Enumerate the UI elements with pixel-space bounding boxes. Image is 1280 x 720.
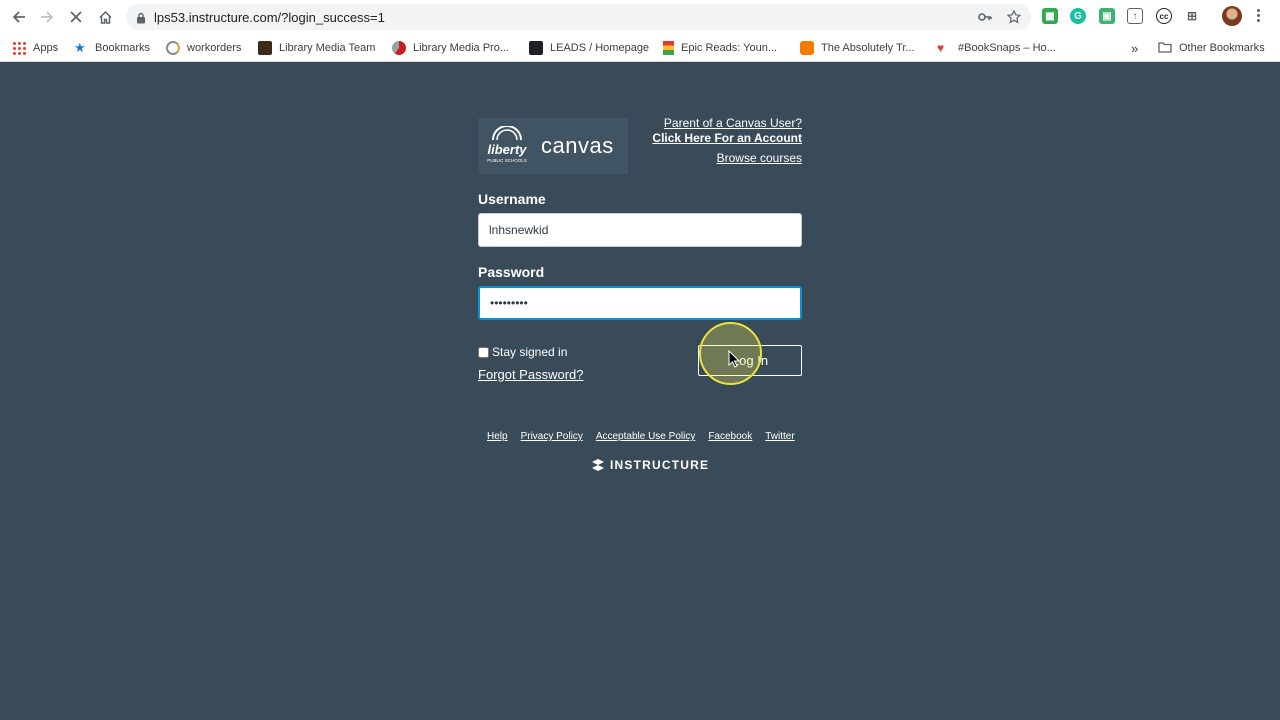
browse-courses-link[interactable]: Browse courses — [652, 151, 802, 166]
extension-cc-icon[interactable]: cc — [1156, 8, 1172, 24]
canvas-logo: liberty PUBLIC SCHOOLS canvas — [478, 118, 628, 174]
footer-facebook-link[interactable]: Facebook — [708, 431, 752, 442]
stay-signed-in-label: Stay signed in — [492, 345, 568, 359]
bookmark-bookmarks[interactable]: ★ Bookmarks — [74, 40, 150, 56]
profile-avatar[interactable] — [1222, 6, 1242, 26]
menu-icon[interactable] — [1257, 8, 1261, 24]
instructure-mark-icon — [592, 459, 604, 471]
bookmark-apps[interactable]: Apps — [12, 40, 58, 56]
back-button[interactable] — [9, 7, 29, 27]
key-icon[interactable] — [977, 9, 993, 25]
forgot-password-link[interactable]: Forgot Password? — [478, 367, 584, 382]
bookmark-leads-homepage[interactable]: LEADS / Homepage — [529, 40, 649, 56]
stop-button[interactable] — [66, 7, 86, 27]
extension-grammarly-icon[interactable]: G — [1070, 8, 1086, 24]
create-account-link[interactable]: Click Here For an Account — [652, 131, 802, 146]
instructure-logo: INSTRUCTURE — [591, 458, 709, 472]
footer-privacy-link[interactable]: Privacy Policy — [521, 431, 583, 442]
leads-logo-icon — [529, 41, 543, 55]
bookmarks-overflow-button[interactable]: » — [1131, 40, 1138, 56]
team-logo-icon — [258, 41, 272, 55]
login-button[interactable]: Log In — [698, 345, 802, 376]
bookmark-absolutely-true[interactable]: The Absolutely Tr... — [800, 40, 915, 56]
close-icon — [70, 11, 82, 23]
star-icon: ★ — [74, 40, 86, 55]
password-label: Password — [478, 264, 545, 280]
parent-link[interactable]: Parent of a Canvas User? — [652, 116, 802, 131]
footer-twitter-link[interactable]: Twitter — [765, 431, 794, 442]
lock-icon — [136, 11, 146, 29]
stay-signed-in-checkbox[interactable] — [478, 346, 489, 358]
extension-upload-icon[interactable]: ↑ — [1127, 8, 1143, 24]
extension-screen-icon[interactable]: ▣ — [1099, 8, 1115, 24]
extension-sheets-icon[interactable]: ▦ — [1042, 8, 1058, 24]
account-links: Parent of a Canvas User? Click Here For … — [652, 116, 802, 166]
heart-icon: ♥ — [937, 41, 945, 55]
bookmark-library-media-team[interactable]: Library Media Team — [258, 40, 375, 56]
password-input[interactable] — [478, 286, 802, 320]
bookmarks-bar: Apps ★ Bookmarks workorders Library Medi… — [0, 33, 1280, 62]
footer-links: Help Privacy Policy Acceptable Use Polic… — [487, 431, 808, 442]
browser-toolbar: lps53.instructure.com/?login_success=1 ▦… — [0, 0, 1280, 33]
footer-aup-link[interactable]: Acceptable Use Policy — [596, 431, 696, 442]
instructure-wordmark: INSTRUCTURE — [610, 458, 710, 472]
books-icon — [663, 41, 674, 55]
forward-arrow-icon — [41, 11, 54, 23]
pie-icon — [392, 41, 406, 55]
home-button[interactable] — [95, 7, 115, 27]
bookmark-library-media-pro[interactable]: Library Media Pro... — [392, 40, 509, 56]
bookmark-epic-reads[interactable]: Epic Reads: Youn... — [663, 40, 777, 56]
school-logo-text: liberty — [487, 142, 527, 157]
swirl-icon — [166, 41, 180, 55]
star-icon[interactable] — [1006, 9, 1022, 25]
folder-icon — [1158, 41, 1172, 55]
canvas-wordmark: canvas — [541, 133, 614, 158]
blogger-icon — [800, 41, 814, 55]
extension-grid-icon[interactable]: ⊞ — [1184, 8, 1200, 24]
username-input[interactable] — [478, 213, 802, 247]
username-label: Username — [478, 191, 546, 207]
forward-button[interactable] — [37, 7, 57, 27]
school-logo-subtext: PUBLIC SCHOOLS — [487, 158, 527, 163]
home-icon — [98, 10, 112, 24]
school-logo-icon: liberty PUBLIC SCHOOLS — [483, 125, 531, 166]
stay-signed-in[interactable]: Stay signed in — [478, 345, 567, 359]
bookmark-other[interactable]: Other Bookmarks — [1158, 40, 1265, 56]
back-arrow-icon — [12, 11, 25, 23]
apps-grid-icon — [12, 41, 26, 55]
address-bar[interactable]: lps53.instructure.com/?login_success=1 — [126, 4, 1031, 30]
footer-help-link[interactable]: Help — [487, 431, 508, 442]
bookmark-booksnaps[interactable]: ♥ #BookSnaps – Ho... — [937, 40, 1056, 56]
url-text: lps53.instructure.com/?login_success=1 — [154, 10, 385, 25]
bookmark-workorders[interactable]: workorders — [166, 40, 241, 56]
